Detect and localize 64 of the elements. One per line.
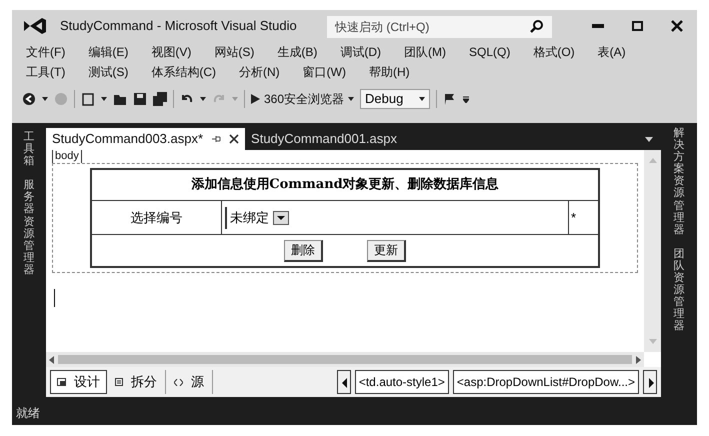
save-icon[interactable]: [133, 92, 147, 106]
status-text: 就绪: [15, 405, 41, 422]
quick-launch-field[interactable]: 快速启动 (Ctrl+Q): [327, 16, 552, 38]
menu-item[interactable]: 文件(F): [26, 43, 66, 61]
tag-label: body: [52, 150, 82, 163]
document-tab[interactable]: StudyCommand001.aspx: [245, 128, 404, 150]
design-view-icon: [57, 378, 66, 386]
document-tab[interactable]: StudyCommand003.aspx*: [46, 128, 246, 150]
menu-item[interactable]: 表(A): [598, 43, 626, 61]
back-icon[interactable]: [22, 92, 36, 106]
menu-item[interactable]: 团队(M): [404, 43, 446, 61]
menu-item[interactable]: 测试(S): [88, 63, 128, 81]
form-title: 添加信息使用Command对象更新、删除数据库信息: [92, 170, 598, 201]
menu-item[interactable]: 窗口(W): [302, 63, 346, 81]
menu-item[interactable]: 视图(V): [151, 43, 192, 61]
side-panel-tab[interactable]: 解决方案资源管理器: [674, 127, 684, 236]
menu-item[interactable]: 工具(T): [26, 63, 66, 81]
menu-item[interactable]: 生成(B): [277, 43, 318, 61]
tag-path-button[interactable]: <asp:DropDownList#DropDow...>: [452, 370, 639, 394]
side-panel-tab[interactable]: 工具箱: [24, 131, 34, 168]
field-label: 选择编号: [92, 201, 222, 234]
window-title: StudyCommand - Microsoft Visual Studio: [60, 17, 298, 36]
scroll-right-arrow-icon[interactable]: [636, 356, 641, 364]
close-icon[interactable]: [229, 134, 240, 144]
toolbar-options-icon[interactable]: [463, 95, 470, 103]
split-view-icon: [115, 378, 123, 386]
form-button[interactable]: 更新: [367, 240, 406, 262]
menu-item[interactable]: 格式(O): [533, 43, 575, 61]
view-tab[interactable]: 源: [166, 370, 213, 394]
scroll-left-arrow-icon[interactable]: [49, 356, 54, 364]
menu-item[interactable]: 网站(S): [214, 43, 254, 61]
menu-item[interactable]: 帮助(H): [369, 63, 410, 81]
view-tab[interactable]: 设计: [50, 370, 107, 394]
text-cursor: [54, 289, 55, 307]
side-panel-tab[interactable]: 服务器资源管理器: [24, 179, 34, 276]
dropdown-arrow-icon[interactable]: [101, 97, 107, 101]
save-all-icon[interactable]: [153, 92, 167, 106]
close-icon[interactable]: [671, 20, 683, 32]
tab-list-arrow-icon[interactable]: [645, 137, 653, 142]
open-folder-icon[interactable]: [113, 92, 127, 106]
dropdown-arrow-icon: [419, 97, 426, 101]
configuration-dropdown[interactable]: Debug: [360, 89, 430, 109]
maximize-icon[interactable]: [632, 21, 643, 31]
run-browser-button[interactable]: 360安全浏览器: [251, 90, 354, 108]
tag-path-button[interactable]: <td.auto-style1>: [354, 370, 449, 394]
form-button[interactable]: 删除: [284, 240, 323, 262]
dropdown-arrow-icon[interactable]: [42, 97, 48, 101]
menu-item[interactable]: 分析(N): [239, 63, 280, 81]
dropdown-arrow-icon[interactable]: [200, 97, 206, 101]
menu-item[interactable]: SQL(Q): [469, 43, 510, 61]
horizontal-scrollbar[interactable]: [46, 352, 644, 367]
dropdown-arrow-icon: [348, 97, 354, 101]
search-icon: [530, 19, 544, 33]
dropdown-field[interactable]: 未绑定: [225, 206, 289, 228]
pin-icon[interactable]: [211, 134, 222, 144]
side-panel-tab[interactable]: 团队资源管理器: [674, 248, 684, 332]
code-view-icon: [174, 378, 183, 386]
required-mark: *: [570, 208, 578, 227]
logo-icon: [22, 16, 48, 36]
view-tab[interactable]: 拆分: [107, 370, 166, 394]
menu-item[interactable]: 编辑(E): [88, 43, 128, 61]
menu-item[interactable]: 体系结构(C): [151, 63, 216, 81]
menu-item[interactable]: 调试(D): [340, 43, 381, 61]
play-icon: [251, 94, 260, 104]
